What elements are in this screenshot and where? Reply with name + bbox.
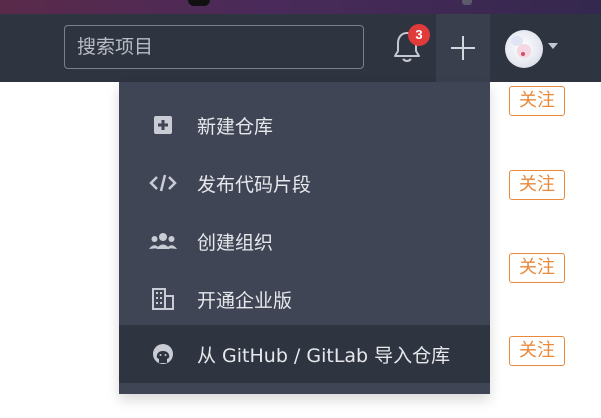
menu-item-label: 发布代码片段 (197, 174, 312, 196)
menu-item-label: 创建组织 (197, 232, 274, 254)
menu-item-import-repo[interactable]: 从 GitHub / GitLab 导入仓库 (119, 325, 490, 383)
user-avatar[interactable] (505, 30, 543, 68)
create-new-button[interactable] (436, 14, 490, 82)
notifications-button[interactable]: 3 (390, 24, 430, 66)
search-input[interactable] (64, 25, 364, 69)
github-icon (153, 344, 173, 364)
menu-item-label: 开通企业版 (197, 290, 293, 312)
notification-count-badge: 3 (408, 24, 430, 46)
menu-item-label: 从 GitHub / GitLab 导入仓库 (197, 345, 451, 367)
top-strip-decoration (462, 0, 472, 5)
avatar-image-part (517, 44, 531, 58)
menu-item-create-org[interactable]: 创建组织 (119, 212, 490, 270)
plus-icon (451, 36, 475, 60)
follow-button[interactable]: 关注 (509, 86, 565, 116)
follow-button[interactable]: 关注 (509, 336, 565, 366)
menu-item-enterprise[interactable]: 开通企业版 (119, 270, 490, 328)
menu-item-new-repo[interactable]: 新建仓库 (119, 96, 490, 154)
menu-item-publish-snippet[interactable]: 发布代码片段 (119, 154, 490, 212)
avatar-image-part (521, 52, 525, 56)
code-icon (149, 174, 177, 192)
chevron-down-icon[interactable] (548, 43, 558, 49)
menu-item-label: 新建仓库 (197, 116, 274, 138)
users-icon (149, 233, 177, 249)
plus-square-icon (154, 116, 172, 134)
create-dropdown-menu: 新建仓库 发布代码片段 创建组织 开通企业版 从 GitHub / GitLab… (119, 82, 490, 394)
follow-button[interactable]: 关注 (509, 253, 565, 283)
browser-top-strip (0, 0, 601, 14)
top-strip-decoration (188, 0, 210, 6)
top-navbar: 3 (0, 14, 601, 82)
building-icon (152, 288, 174, 310)
follow-button[interactable]: 关注 (509, 170, 565, 200)
